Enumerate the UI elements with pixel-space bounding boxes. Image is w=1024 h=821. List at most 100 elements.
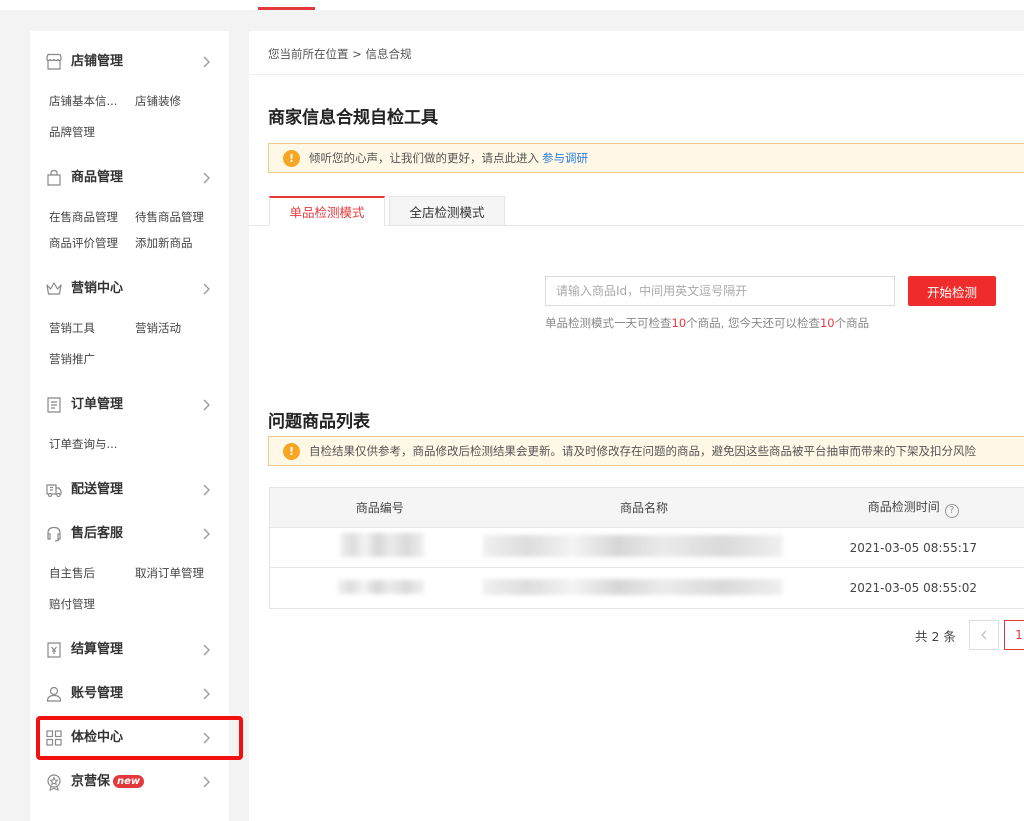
warning-icon: ! [283,149,300,167]
sidebar-section-title: 订单管理 [71,397,124,412]
hint-text: 个商品 [834,316,870,330]
tab-store-check[interactable]: 全店检测模式 [389,196,505,226]
chevron-right-icon [203,528,210,540]
check-time: 2021-03-05 08:55:17 [849,540,978,555]
breadcrumb: 您当前所在位置 > 信息合规 [268,46,411,62]
shopping-bag-icon [47,169,61,186]
chevron-right-icon [203,776,210,788]
sidebar-item-marketing-events[interactable]: 营销活动 [135,321,181,335]
chevron-right-icon [203,688,210,700]
sidebar-section-title: 账号管理 [71,686,124,701]
sidebar-section-title: 售后客服 [71,526,124,541]
sidebar-item-marketing-tools[interactable]: 营销工具 [49,321,95,335]
sidebar-item-store-info[interactable]: 店铺基本信... [49,94,117,108]
sidebar-section-settlement[interactable]: 结算管理 [30,635,229,665]
help-icon[interactable]: ? [944,503,959,518]
survey-link[interactable]: 参与调研 [542,150,588,166]
chevron-right-icon [203,56,210,68]
start-check-button[interactable]: 开始检测 [908,276,996,306]
sidebar-item-promotion[interactable]: 营销推广 [49,352,95,366]
breadcrumb-current: 信息合规 [365,47,412,61]
chevron-left-icon [981,630,987,640]
sidebar-section-aftersale[interactable]: 售后客服 [30,519,229,549]
hint-remaining: 10 [819,316,835,330]
divider [249,74,1024,75]
page-title: 商家信息合规自检工具 [268,108,438,128]
problem-list-title: 问题商品列表 [268,412,370,432]
user-icon [46,686,62,702]
sidebar-section-title: 店铺管理 [71,54,124,69]
pagination-total: 共 2 条 [915,629,956,644]
truck-icon [46,484,62,498]
sidebar-section-title: 京营保 new [71,773,145,791]
problem-list-notice: ! 自检结果仅供参考，商品修改后检测结果会更新。请及时修改存在问题的商品，避免因… [268,436,1024,466]
table-row[interactable]: 2021-03-05 08:55:02 [270,568,1024,608]
sidebar-section-store[interactable]: 店铺管理 [30,47,229,77]
page-number-current[interactable]: 1 [1004,620,1024,650]
chevron-right-icon [203,172,210,184]
sidebar-item-store-decoration[interactable]: 店铺装修 [135,94,181,108]
sidebar-section-account[interactable]: 账号管理 [30,679,229,709]
sidebar-item-cancel-orders[interactable]: 取消订单管理 [135,566,204,580]
headset-icon [47,526,61,542]
chevron-right-icon [203,484,210,496]
check-time: 2021-03-05 08:55:02 [849,581,978,595]
sidebar-section-title: 营销中心 [71,281,124,296]
sidebar-section-title: 结算管理 [71,642,124,657]
sidebar-section-order[interactable]: 订单管理 [30,390,229,420]
column-header-product-id: 商品编号 [355,501,404,515]
store-icon [46,53,62,70]
invoice-icon [47,642,61,658]
crown-icon [46,282,62,295]
sidebar-section-label: 京营保 [71,774,111,789]
sidebar-item-order-query[interactable]: 订单查询与... [49,437,117,451]
column-header-product-name: 商品名称 [620,501,669,515]
table-row[interactable]: 2021-03-05 08:55:17 [270,528,1024,568]
redacted-product-id [338,580,424,594]
sidebar-item-on-sale[interactable]: 在售商品管理 [49,210,118,224]
chevron-right-icon [203,644,210,656]
sidebar: 店铺管理 店铺基本信... 店铺装修 品牌管理 商品管理 在售商品管理 待售商品… [30,31,229,821]
problem-products-table: 商品编号 商品名称 商品检测时间? 2021-03-05 08:55:17 20… [269,487,1024,609]
badge-icon [47,774,61,791]
product-id-input[interactable] [545,276,895,306]
sidebar-item-compensation[interactable]: 赔付管理 [49,597,95,611]
sidebar-section-delivery[interactable]: 配送管理 [30,475,229,505]
sidebar-item-brand[interactable]: 品牌管理 [49,125,95,139]
sidebar-item-self-aftersale[interactable]: 自主售后 [49,566,95,580]
hint-daily-limit: 10 [671,316,687,330]
tab-single-check[interactable]: 单品检测模式 [269,196,385,226]
redacted-product-name [483,535,783,557]
sidebar-section-title: 配送管理 [71,482,124,497]
redacted-product-id [340,533,424,557]
breadcrumb-prefix: 您当前所在位置 [268,47,349,61]
chevron-right-icon [203,283,210,295]
redacted-product-name [483,579,783,595]
sidebar-item-add-product[interactable]: 添加新商品 [135,236,193,250]
sidebar-item-reviews[interactable]: 商品评价管理 [49,236,118,250]
sidebar-item-pending-sale[interactable]: 待售商品管理 [135,210,204,224]
survey-notice: ! 倾听您的心声，让我们做的更好，请点此进入 参与调研 [268,143,1024,173]
warning-icon: ! [283,442,300,460]
sidebar-section-title: 商品管理 [71,170,124,185]
breadcrumb-separator: > [352,47,362,61]
column-header-check-time: 商品检测时间? [799,498,1024,518]
chevron-right-icon [203,399,210,411]
top-nav-bar [0,0,1024,10]
hint-text: 单品检测模式一天可检查 [545,316,672,330]
column-header-label: 商品检测时间 [867,499,940,514]
new-badge: new [113,775,145,788]
check-limit-hint: 单品检测模式一天可检查10个商品, 您今天还可以检查10个商品 [545,315,869,331]
table-header: 商品编号 商品名称 商品检测时间? [270,488,1024,528]
highlight-annotation-box [36,716,243,760]
hint-text: 个商品, 您今天还可以检查 [686,316,820,330]
main-content: 您当前所在位置 > 信息合规 商家信息合规自检工具 ! 倾听您的心声，让我们做的… [249,31,1024,821]
prev-page-button[interactable] [969,620,999,650]
sidebar-section-jyb[interactable]: 京营保 new [30,767,229,797]
problem-list-notice-text: 自检结果仅供参考，商品修改后检测结果会更新。请及时修改存在问题的商品，避免因这些… [309,444,976,458]
document-icon [47,397,61,413]
active-nav-indicator [258,7,315,10]
sidebar-section-product[interactable]: 商品管理 [30,163,229,193]
sidebar-section-marketing[interactable]: 营销中心 [30,274,229,304]
survey-notice-text: 倾听您的心声，让我们做的更好，请点此进入 [309,151,539,165]
